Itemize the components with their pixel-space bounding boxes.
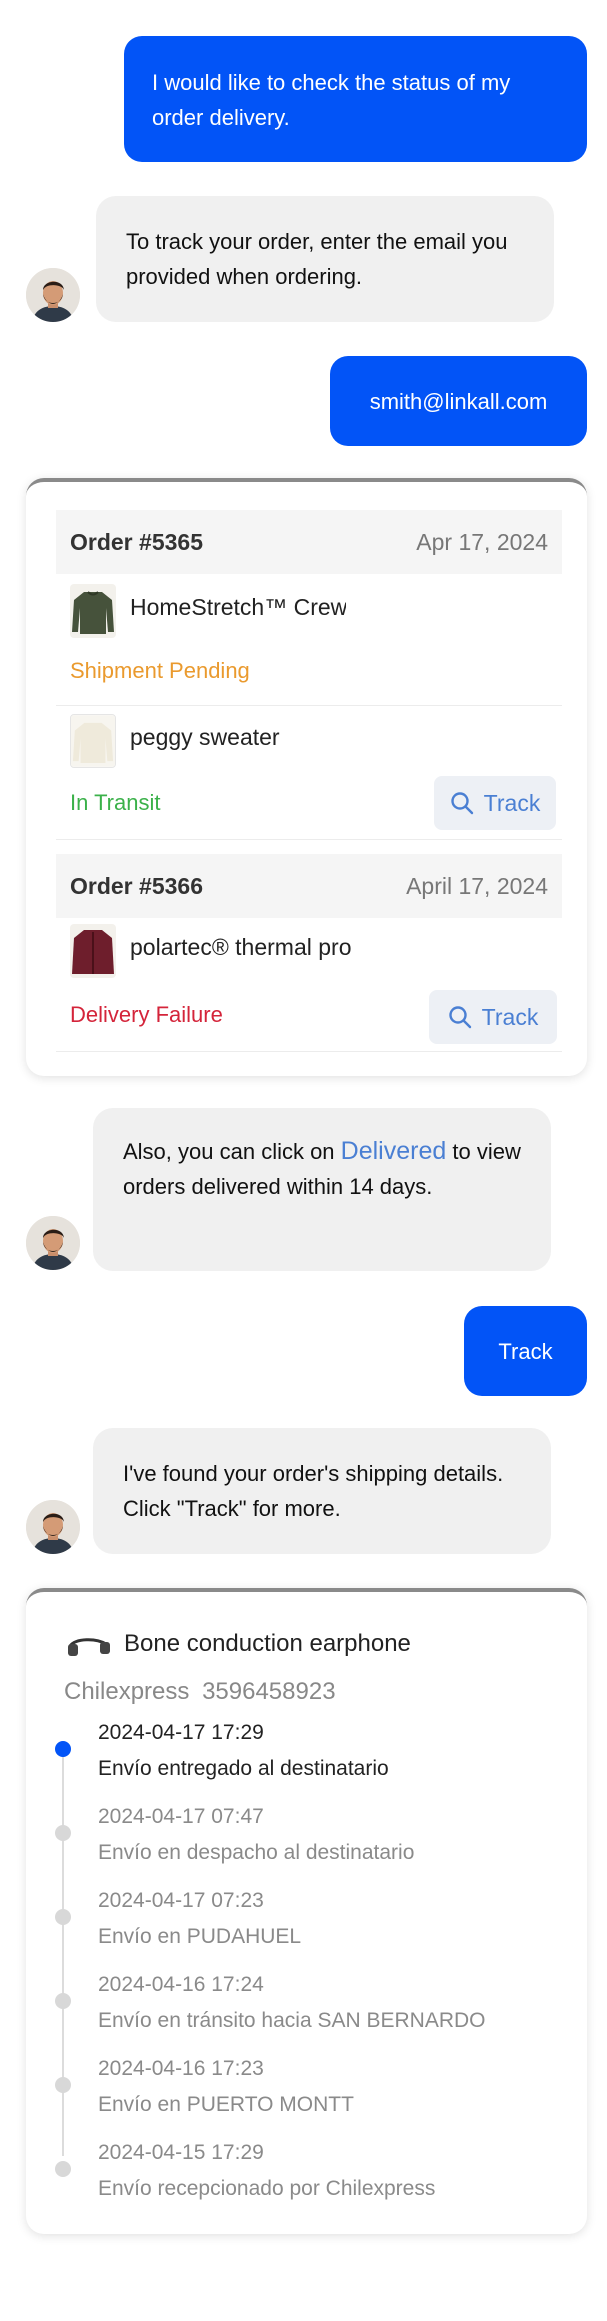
agent-avatar: [26, 268, 80, 322]
user-message-text: I would like to check the status of my o…: [152, 70, 511, 130]
timeline-line: [62, 1746, 64, 2156]
user-message-text: smith@linkall.com: [369, 388, 548, 414]
event-time: 2024-04-17 07:47: [98, 1805, 264, 1828]
track-button-label: Track: [481, 1003, 539, 1030]
timeline-dot-active: [55, 1741, 71, 1757]
user-message: I would like to check the status of my o…: [124, 36, 587, 162]
divider: [56, 1051, 562, 1052]
order-date: April 17, 2024: [406, 872, 548, 899]
product-name: HomeStretch™ Crew: [130, 594, 346, 620]
bot-message-text: I've found your order's shipping details…: [123, 1461, 504, 1521]
timeline-dot: [55, 2161, 71, 2177]
maroon-jacket-thumbnail: [70, 924, 116, 978]
event-time: 2024-04-16 17:23: [98, 2057, 264, 2080]
product-name: peggy sweater: [130, 724, 280, 750]
cream-sweater-thumbnail: [70, 714, 116, 768]
timeline-event: 2024-04-16 17:24 Envío en tránsito hacia…: [98, 1970, 486, 2036]
shipment-tracking-card: Bone conduction earphone Chilexpress 359…: [26, 1588, 587, 2234]
timeline-event: 2024-04-16 17:23 Envío en PUERTO MONTT: [98, 2054, 354, 2120]
search-icon: [450, 792, 473, 815]
event-time: 2024-04-17 07:23: [98, 1889, 264, 1912]
timeline-dot: [55, 1993, 71, 2009]
green-sweater-thumbnail: [70, 584, 116, 638]
event-description: Envío en PUERTO MONTT: [98, 2093, 354, 2116]
event-description: Envío en tránsito hacia SAN BERNARDO: [98, 2009, 486, 2032]
orders-card: Order #5365 Apr 17, 2024 HomeStretch™ Cr…: [26, 478, 587, 1076]
track-button[interactable]: Track: [434, 776, 556, 830]
timeline-event: 2024-04-15 17:29 Envío recepcionado por …: [98, 2138, 435, 2204]
delivered-link[interactable]: Delivered: [341, 1137, 447, 1165]
event-description: Envío recepcionado por Chilexpress: [98, 2177, 436, 2200]
carrier-name: Chilexpress: [64, 1678, 190, 1705]
order-id: Order #5365: [70, 528, 203, 555]
event-time: 2024-04-17 17:29: [98, 1721, 264, 1744]
timeline-dot: [55, 1825, 71, 1841]
shipment-status: In Transit: [70, 790, 161, 815]
bot-message: To track your order, enter the email you…: [96, 196, 554, 322]
divider: [56, 839, 562, 840]
agent-avatar: [26, 1500, 80, 1554]
event-description: Envío en PUDAHUEL: [98, 1925, 302, 1948]
event-time: 2024-04-15 17:29: [98, 2141, 264, 2164]
track-button[interactable]: Track: [429, 990, 557, 1044]
bot-message: Also, you can click on Delivered to view…: [93, 1108, 551, 1271]
timeline-dot: [55, 1909, 71, 1925]
order-header: Order #5365 Apr 17, 2024: [56, 510, 562, 574]
order-id: Order #5366: [70, 872, 203, 899]
timeline-dot: [55, 2077, 71, 2093]
event-description: Envío entregado al destinatario: [98, 1757, 389, 1780]
agent-avatar: [26, 1216, 80, 1270]
tracking-number: 3596458923: [202, 1678, 336, 1705]
earphone-icon: [66, 1636, 112, 1667]
event-time: 2024-04-16 17:24: [98, 1973, 264, 1996]
event-description: Envío en despacho al destinatario: [98, 1841, 415, 1864]
bot-message-text: To track your order, enter the email you…: [126, 229, 508, 289]
track-button-label: Track: [483, 789, 541, 816]
user-message: Track: [464, 1306, 587, 1396]
timeline-event: 2024-04-17 17:29 Envío entregado al dest…: [98, 1718, 389, 1784]
shipment-status: Shipment Pending: [70, 658, 250, 683]
divider: [56, 705, 562, 706]
order-date: Apr 17, 2024: [416, 528, 548, 555]
product-name: polartec® thermal pro: [130, 934, 352, 960]
user-message-text: Track: [498, 1338, 553, 1364]
timeline-event: 2024-04-17 07:23 Envío en PUDAHUEL: [98, 1886, 301, 1952]
timeline-event: 2024-04-17 07:47 Envío en despacho al de…: [98, 1802, 414, 1868]
shipment-status: Delivery Failure: [70, 1002, 223, 1027]
order-header: Order #5366 April 17, 2024: [56, 854, 562, 918]
carrier-info: Chilexpress 3596458923: [64, 1678, 336, 1706]
bot-message: I've found your order's shipping details…: [93, 1428, 551, 1554]
product-title: Bone conduction earphone: [124, 1630, 411, 1657]
user-message: smith@linkall.com: [330, 356, 587, 446]
search-icon: [448, 1006, 471, 1029]
bot-message-text-prefix: Also, you can click on: [123, 1139, 335, 1164]
